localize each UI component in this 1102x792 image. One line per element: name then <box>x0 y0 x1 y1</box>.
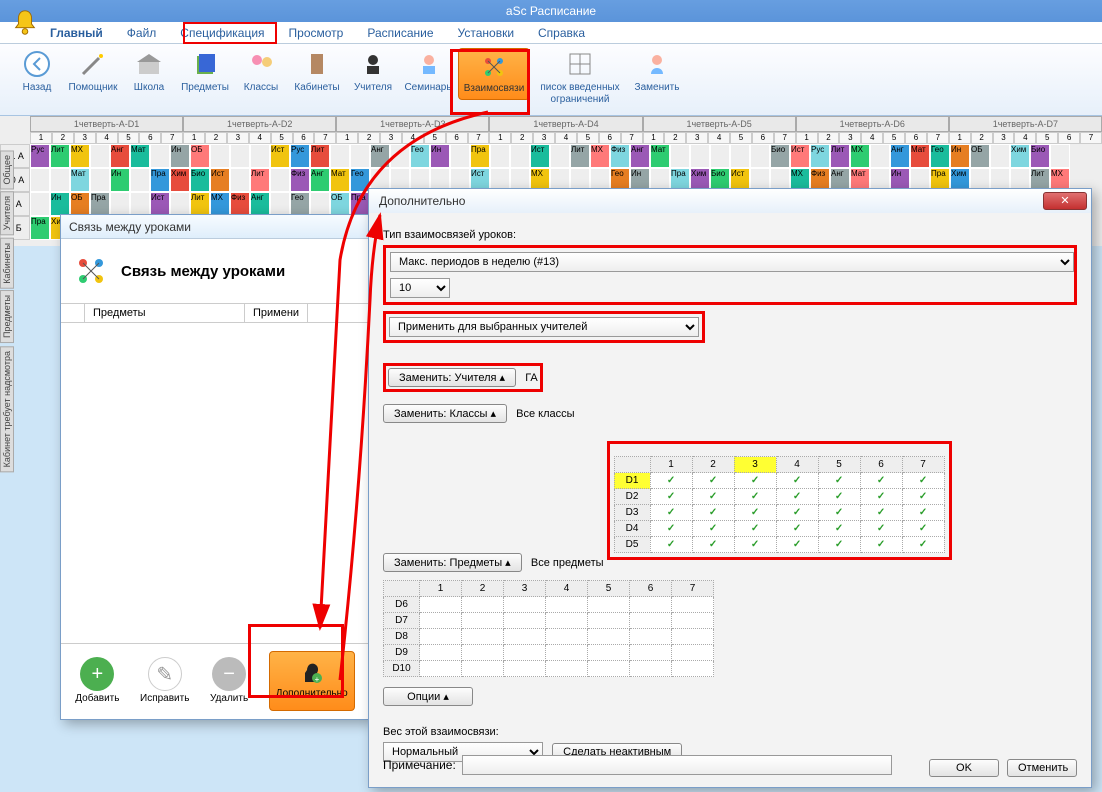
school-button[interactable]: Школа <box>122 48 176 112</box>
delete-button[interactable]: −Удалить <box>210 657 248 704</box>
constraints-button[interactable]: писок введенных ограничений <box>532 48 628 112</box>
classes-value: Все классы <box>516 408 574 420</box>
cancel-button[interactable]: Отменить <box>1007 759 1077 777</box>
bell-icon <box>10 8 40 38</box>
weight-label: Вес этой взаимосвязи: <box>383 726 1077 738</box>
advanced-button[interactable]: + Дополнительно <box>269 651 355 711</box>
apply-select[interactable]: Применить для выбранных учителей <box>389 317 699 337</box>
menubar[interactable]: Главный Файл Спецификация Просмотр Распи… <box>0 22 1102 44</box>
close-button[interactable]: ✕ <box>1043 192 1087 210</box>
knight-icon: + <box>297 656 327 686</box>
relations-list[interactable] <box>61 323 369 643</box>
window-titlebar: aSc Расписание <box>0 0 1102 22</box>
change-subjects-button[interactable]: Заменить: Предметы ▴ <box>383 553 522 572</box>
add-button[interactable]: +Добавить <box>75 657 119 704</box>
sidetab-rooms[interactable]: Кабинеты <box>0 238 14 289</box>
period-grid-extra[interactable]: 1234567D6D7D8D9D10 <box>383 580 714 677</box>
side-tabs[interactable]: Общее Учителя Кабинеты Предметы Кабинет … <box>0 150 16 570</box>
ok-button[interactable]: OK <box>929 759 999 777</box>
sidetab-teachers[interactable]: Учителя <box>0 191 14 235</box>
subjects-value: Все предметы <box>531 557 604 569</box>
advanced-dialog: Дополнительно ✕ Тип взаимосвязей уроков:… <box>368 188 1092 788</box>
sidetab-subjects[interactable]: Предметы <box>0 290 14 343</box>
relations-button[interactable]: Взаимосвязи <box>458 48 530 100</box>
dialog1-title: Связь между уроками <box>61 215 369 239</box>
menu-main[interactable]: Главный <box>50 26 103 40</box>
note-label: Примечание: <box>383 758 456 772</box>
edit-button[interactable]: ✎Исправить <box>140 657 189 704</box>
classes-button[interactable]: Классы <box>234 48 288 112</box>
change-teachers-button[interactable]: Заменить: Учителя ▴ <box>388 368 516 387</box>
teachers-button[interactable]: Учителя <box>346 48 400 112</box>
col-subjects: Предметы <box>85 304 245 322</box>
menu-spec[interactable]: Спецификация <box>180 26 264 40</box>
ribbon-toolbar: Назад Помощник Школа Предметы Классы Каб… <box>0 44 1102 116</box>
back-button[interactable]: Назад <box>10 48 64 112</box>
options-button[interactable]: Опции ▴ <box>383 687 473 706</box>
relation-type-select[interactable]: Макс. периодов в неделю (#13) <box>390 252 1074 272</box>
day-header: 1четверть-A-D1 <box>30 116 183 132</box>
col-apply: Примени <box>245 304 308 322</box>
subjects-button[interactable]: Предметы <box>178 48 232 112</box>
change-classes-button[interactable]: Заменить: Классы ▴ <box>383 404 507 423</box>
teachers-value: ГА <box>525 372 538 384</box>
menu-settings[interactable]: Установки <box>458 26 514 40</box>
dialog1-header: Связь между уроками <box>121 263 285 280</box>
svg-text:+: + <box>314 675 319 684</box>
period-grid[interactable]: 1234567D1✓✓✓✓✓✓✓D2✓✓✓✓✓✓✓D3✓✓✓✓✓✓✓D4✓✓✓✓… <box>614 456 945 553</box>
sidetab-general[interactable]: Общее <box>0 150 14 189</box>
note-input[interactable] <box>462 755 892 775</box>
relations-dialog: Связь между уроками Связь между уроками … <box>60 214 370 720</box>
menu-view[interactable]: Просмотр <box>289 26 344 40</box>
dialog2-title: Дополнительно <box>373 194 465 208</box>
menu-schedule[interactable]: Расписание <box>367 26 433 40</box>
type-label: Тип взаимосвязей уроков: <box>383 229 1077 241</box>
replace-button[interactable]: Заменить <box>630 48 684 112</box>
menu-file[interactable]: Файл <box>127 26 157 40</box>
sidetab-supervision[interactable]: Кабинет требует надсмотра <box>0 346 14 472</box>
menu-help[interactable]: Справка <box>538 26 585 40</box>
seminars-button[interactable]: Семинары <box>402 48 456 112</box>
rooms-button[interactable]: Кабинеты <box>290 48 344 112</box>
count-select[interactable]: 10 <box>390 278 450 298</box>
relations-icon <box>73 253 109 289</box>
wizard-button[interactable]: Помощник <box>66 48 120 112</box>
